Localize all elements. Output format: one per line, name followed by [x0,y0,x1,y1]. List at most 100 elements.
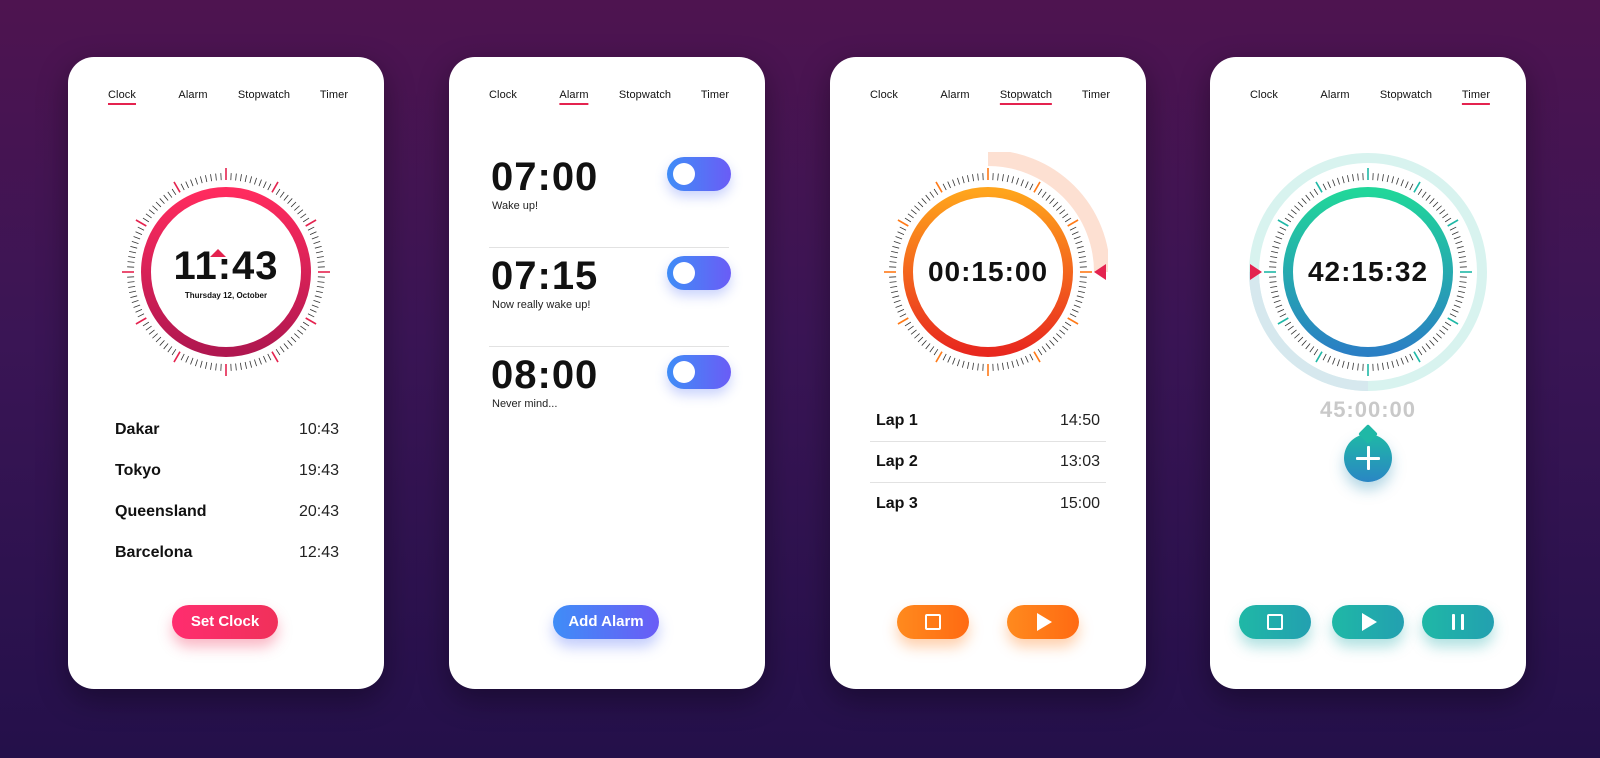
pause-button[interactable] [1422,605,1494,639]
dial-tick [1033,351,1041,363]
dial-tick [1305,194,1311,201]
alarm-item[interactable]: 08:00 Never mind... [489,347,731,446]
dial-tick [897,231,905,235]
tab-timer[interactable]: Timer [701,89,729,101]
tab-clock[interactable]: Clock [107,89,137,105]
dial-tick [307,226,315,231]
add-alarm-button[interactable]: Add Alarm [553,605,659,639]
dial-tick [942,183,947,191]
city-time: 20:43 [298,502,339,520]
lap-time: 13:03 [1059,453,1100,470]
dial-tick [287,340,293,346]
dial-tick [890,285,898,288]
dial-tick [1071,231,1079,235]
tab-timer[interactable]: Timer [320,89,348,101]
list-item[interactable]: Barcelona 12:43 [115,532,339,573]
tab-clock[interactable]: Clock [870,89,898,101]
dial-tick [952,179,956,187]
list-item[interactable]: Queensland 20:43 [115,491,339,532]
dial-tick [1269,261,1277,263]
tab-alarm[interactable]: Alarm [940,89,969,101]
dial-tick [300,213,307,219]
dial-tick [305,317,317,325]
dial-tick [891,290,899,293]
dial-tick [933,188,939,196]
list-item[interactable]: Tokyo 19:43 [115,450,339,491]
dial-tick [1313,188,1319,196]
dial-tick [1425,343,1431,350]
dial-tick [1294,205,1300,211]
tab-alarm[interactable]: Alarm [1320,89,1349,101]
dial-tick [127,261,135,263]
lap-name: Lap 3 [876,494,918,512]
dial-tick [1269,281,1277,283]
play-button[interactable] [1332,605,1404,639]
dial-tick [1413,351,1421,363]
dial-tick [1436,205,1442,211]
dial-tick [1016,177,1019,185]
city-time: 12:43 [298,543,339,561]
dial-tick [921,198,927,204]
dial-tick [1025,181,1029,189]
alarm-item[interactable]: 07:15 Now really wake up! [489,248,731,347]
timer-face: 42:15:32 [1308,256,1428,288]
list-item[interactable]: Dakar 10:43 [115,409,339,450]
dial-tick [1079,261,1087,263]
dial-tick [1076,295,1084,299]
dial-tick [313,300,321,303]
tab-stopwatch[interactable]: Stopwatch [1380,89,1432,101]
alarm-toggle[interactable] [667,157,731,191]
tab-stopwatch[interactable]: Stopwatch [999,89,1053,105]
dial-tick [1071,309,1079,313]
add-time-button[interactable] [1344,434,1392,482]
dial-tick [130,245,138,249]
stop-button[interactable] [1239,605,1311,639]
dial-tick [1455,241,1463,244]
elapsed-time: 00:15:00 [927,256,1049,287]
alarm-item[interactable]: 07:00 Wake up! [489,149,731,248]
dial-tick [1045,194,1051,201]
toggle-knob [673,262,695,284]
dial-tick [1020,357,1024,365]
dial-tick [309,309,317,313]
set-clock-button[interactable]: Set Clock [172,605,278,639]
tab-alarm[interactable]: Alarm [559,89,589,105]
dial-tick [258,179,262,187]
table-row: Lap 1 14:50 [870,401,1106,442]
dial-tick [972,362,975,370]
dial-tick [1352,174,1355,182]
dial-tick [131,300,139,303]
dial-tick [935,181,943,193]
dial-tick [972,174,975,182]
tab-clock[interactable]: Clock [1250,89,1278,101]
dial-tick [947,355,951,363]
dial-tick [1279,226,1287,231]
tab-timer[interactable]: Timer [1082,89,1110,101]
dial-tick [942,353,947,361]
toggle-knob [673,361,695,383]
alarm-toggle[interactable] [667,355,731,389]
current-date: Thursday 12, October [184,291,268,300]
tab-stopwatch[interactable]: Stopwatch [619,89,671,101]
stop-button[interactable] [897,605,969,639]
dial-tick [297,209,304,215]
dial-tick [271,181,279,193]
dial-tick [195,177,198,185]
tab-clock[interactable]: Clock [489,89,517,101]
dial-tick [1409,183,1414,191]
dial-tick [1069,226,1077,231]
lap-list: Lap 1 14:50 Lap 2 13:03 Lap 3 15:00 [870,401,1106,524]
clock-dial: 11:43 Thursday 12, October [106,152,346,392]
dial-tick [1449,313,1457,318]
dial-tick [1309,346,1315,353]
tab-timer[interactable]: Timer [1461,89,1491,105]
dial-tick [1327,355,1331,363]
tab-stopwatch[interactable]: Stopwatch [238,89,290,101]
play-button[interactable] [1007,605,1079,639]
play-icon [1362,613,1377,631]
dial-tick [1001,174,1004,182]
dial-tick [199,360,203,368]
tab-alarm[interactable]: Alarm [178,89,207,101]
alarm-toggle[interactable] [667,256,731,290]
dial-tick [1442,213,1449,219]
